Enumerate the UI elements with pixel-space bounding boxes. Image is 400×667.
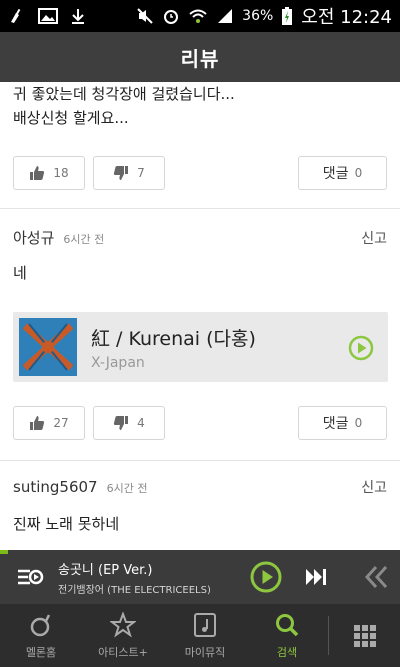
like-button[interactable]: 18 bbox=[13, 156, 85, 190]
thumbs-down-icon bbox=[114, 416, 129, 430]
playlist-icon[interactable] bbox=[14, 562, 44, 592]
mute-icon bbox=[136, 7, 154, 25]
review-actions: 18 7 댓글 0 bbox=[0, 156, 400, 194]
tab-search[interactable]: 검색 bbox=[246, 604, 328, 667]
image-icon bbox=[38, 7, 58, 25]
header-bar: 리뷰 bbox=[0, 32, 400, 82]
thumbs-up-icon bbox=[30, 166, 45, 180]
review-body: 진짜 노래 못하네 bbox=[13, 515, 120, 533]
play-circle-icon[interactable] bbox=[348, 335, 374, 361]
dislike-button[interactable]: 4 bbox=[93, 406, 165, 440]
grid-menu-icon bbox=[353, 624, 376, 647]
comment-label: 댓글 bbox=[322, 416, 349, 432]
song-title: 紅 / Kurenai (다홍) bbox=[91, 327, 256, 350]
music-note-icon bbox=[194, 612, 216, 637]
now-playing-title: 송곳니 (EP Ver.) bbox=[58, 562, 153, 578]
dislike-count: 7 bbox=[137, 166, 145, 180]
review-body-line: 배상신청 할게요... bbox=[13, 109, 129, 127]
review-time: 6시간 전 bbox=[63, 233, 105, 246]
song-artist: X-Japan bbox=[91, 354, 145, 371]
download-icon bbox=[70, 7, 86, 25]
album-art bbox=[19, 318, 77, 376]
melon-icon bbox=[30, 613, 51, 636]
review-list[interactable]: 귀 좋았는데 청각장애 걸렸습니다... 배상신청 할게요... 18 7 댓글… bbox=[0, 82, 400, 550]
review-author[interactable]: 아성규 bbox=[13, 227, 54, 248]
dislike-count: 4 bbox=[137, 416, 145, 430]
page-title: 리뷰 bbox=[180, 46, 220, 71]
signal-icon bbox=[216, 7, 234, 25]
now-playing-artist: 전기뱀장어 (THE ELECTRICEELS) bbox=[58, 584, 211, 596]
battery-percent: 36% bbox=[242, 8, 274, 24]
tab-label: 마이뮤직 bbox=[184, 645, 226, 659]
thumbs-up-icon bbox=[30, 416, 45, 430]
status-bar: 36% 오전 12:24 bbox=[0, 0, 400, 32]
tab-artist-plus[interactable]: 아티스트+ bbox=[82, 604, 164, 667]
playback-progress bbox=[0, 550, 8, 554]
dislike-button[interactable]: 7 bbox=[93, 156, 165, 190]
bottom-tab-bar: 멜론홈 아티스트+ 마이뮤직 검색 bbox=[0, 604, 400, 667]
report-button[interactable]: 신고 bbox=[361, 477, 387, 497]
collapse-player-icon[interactable] bbox=[362, 564, 390, 590]
tab-label: 검색 bbox=[276, 645, 298, 659]
report-button[interactable]: 신고 bbox=[361, 228, 387, 248]
like-button[interactable]: 27 bbox=[13, 406, 85, 440]
tab-label: 멜론홈 bbox=[25, 645, 57, 659]
like-count: 27 bbox=[53, 416, 69, 430]
review-author[interactable]: suting5607 bbox=[13, 478, 98, 496]
review-time: 6시간 전 bbox=[106, 482, 148, 495]
menu-grid-button[interactable] bbox=[329, 604, 400, 667]
attached-song-card[interactable]: 紅 / Kurenai (다홍) X-Japan bbox=[13, 312, 388, 382]
review-actions: 27 4 댓글 0 bbox=[0, 406, 400, 444]
like-count: 18 bbox=[53, 166, 69, 180]
broom-icon bbox=[8, 7, 26, 25]
review-body-line: 귀 좋았는데 청각장애 걸렸습니다... bbox=[13, 85, 235, 103]
star-icon bbox=[110, 611, 136, 638]
clock: 오전 12:24 bbox=[301, 7, 392, 28]
comment-button[interactable]: 댓글 0 bbox=[298, 406, 387, 440]
divider bbox=[0, 208, 400, 209]
tab-label: 아티스트+ bbox=[98, 645, 148, 659]
comment-button[interactable]: 댓글 0 bbox=[298, 156, 387, 190]
tab-melon-home[interactable]: 멜론홈 bbox=[0, 604, 82, 667]
thumbs-down-icon bbox=[114, 166, 129, 180]
tab-my-music[interactable]: 마이뮤직 bbox=[164, 604, 246, 667]
comment-count: 0 bbox=[354, 166, 363, 180]
divider bbox=[0, 460, 400, 461]
review-header: 아성규 6시간 전 신고 bbox=[13, 227, 387, 251]
review-body: 네 bbox=[13, 264, 27, 282]
next-track-icon[interactable] bbox=[304, 566, 328, 588]
wifi-icon bbox=[188, 7, 208, 25]
comment-label: 댓글 bbox=[322, 166, 349, 182]
comment-count: 0 bbox=[354, 416, 363, 430]
battery-charging-icon bbox=[281, 6, 293, 26]
search-icon bbox=[276, 613, 299, 636]
review-header: suting5607 6시간 전 신고 bbox=[13, 477, 387, 501]
review-item: 귀 좋았는데 청각장애 걸렸습니다... 배상신청 할게요... bbox=[0, 82, 248, 130]
play-icon[interactable] bbox=[250, 561, 282, 593]
mini-player[interactable]: 송곳니 (EP Ver.) 전기뱀장어 (THE ELECTRICEELS) bbox=[0, 550, 400, 604]
alarm-icon bbox=[162, 7, 180, 25]
